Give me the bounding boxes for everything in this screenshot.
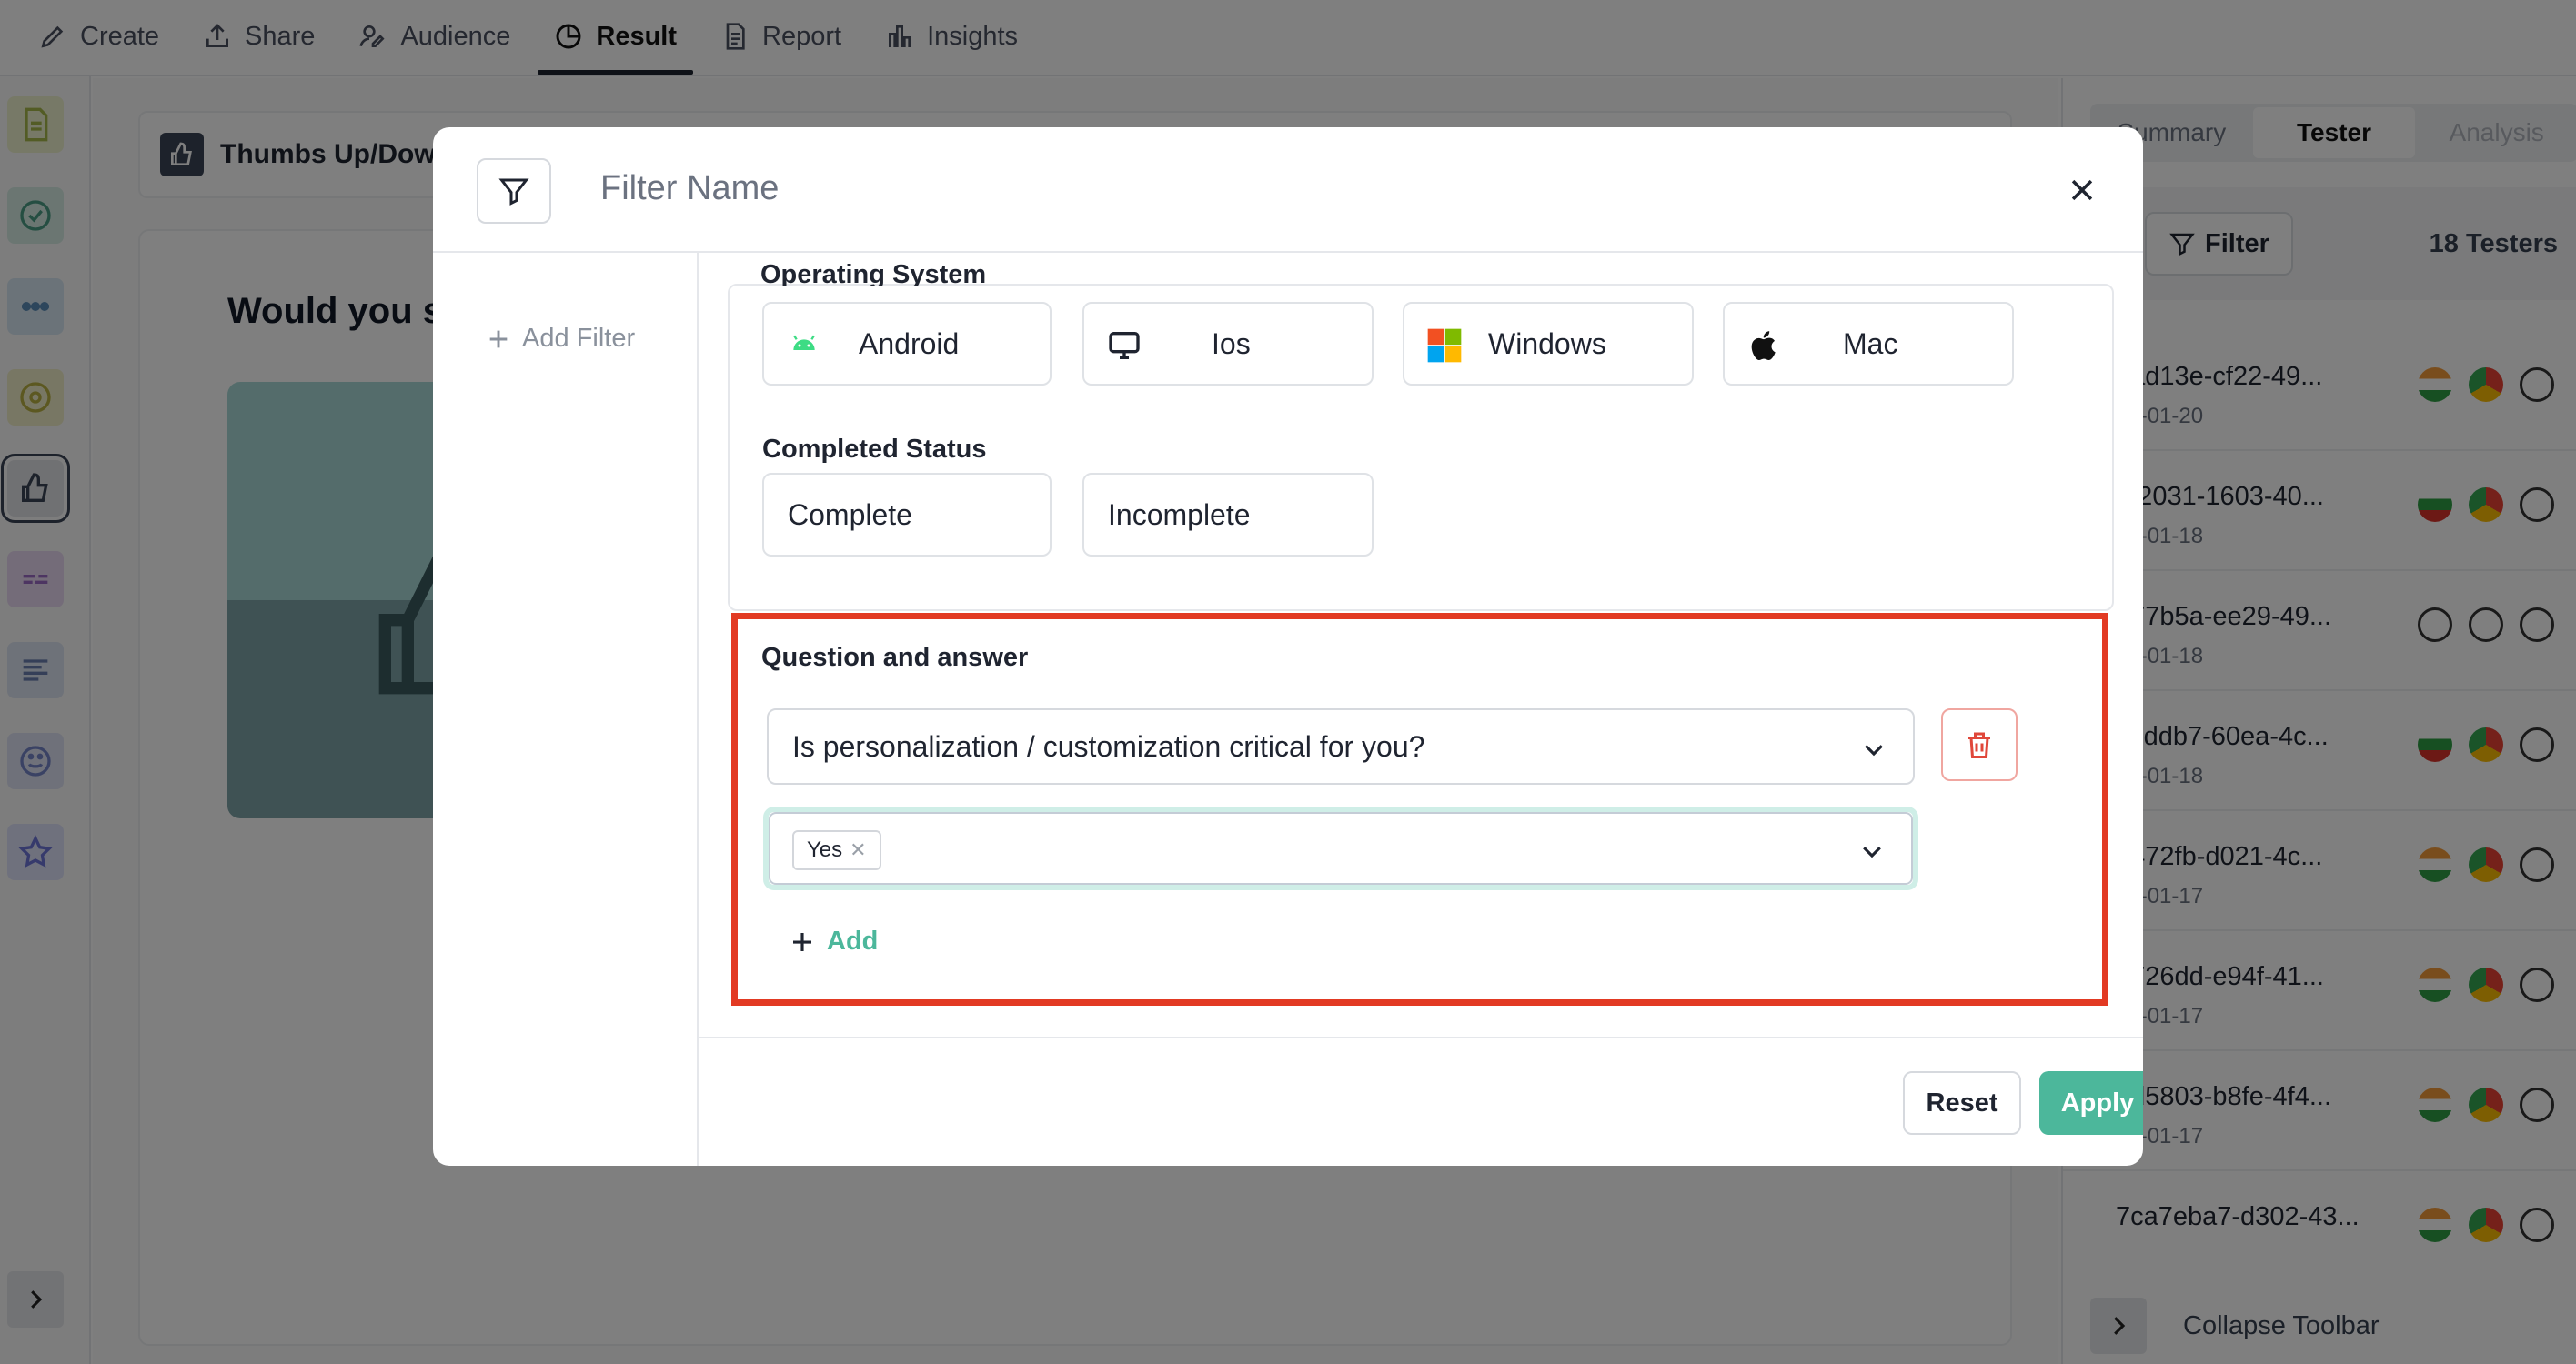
answer-select[interactable]: Yes ✕ <box>763 807 1918 890</box>
add-filter-button[interactable]: Add Filter <box>486 324 635 354</box>
modal-footer: Reset Apply <box>699 1037 2143 1166</box>
os-option-windows-label: Windows <box>1488 326 1606 360</box>
completed-section-label: Completed Status <box>762 435 987 464</box>
plus-icon <box>793 932 811 951</box>
completed-option-complete[interactable]: Complete <box>762 473 1052 557</box>
os-option-windows[interactable]: Windows <box>1403 302 1694 386</box>
question-answer-filter: Question and answer Is personalization /… <box>731 613 2108 1006</box>
windows-icon <box>1426 327 1463 364</box>
scroll-clip: Operating System <box>728 253 2114 286</box>
reset-button[interactable]: Reset <box>1903 1071 2021 1135</box>
os-option-ios-label: Ios <box>1212 326 1251 360</box>
monitor-icon <box>1106 327 1142 364</box>
os-option-ios[interactable]: Ios <box>1082 302 1374 386</box>
os-option-android-label: Android <box>859 326 960 360</box>
apple-icon <box>1746 327 1783 364</box>
trash-icon <box>1968 732 1990 758</box>
android-icon <box>786 327 822 364</box>
completed-option-incomplete[interactable]: Incomplete <box>1082 473 1374 557</box>
apply-button[interactable]: Apply <box>2039 1071 2143 1135</box>
os-option-mac[interactable]: Mac <box>1723 302 2014 386</box>
os-option-mac-label: Mac <box>1843 326 1898 360</box>
delete-question-filter-button[interactable] <box>1941 708 2018 781</box>
add-answer-button[interactable]: Add <box>789 927 878 957</box>
answer-tag-label: Yes <box>807 837 843 862</box>
add-answer-label: Add <box>827 927 879 956</box>
question-select[interactable]: Is personalization / customization criti… <box>767 708 1915 785</box>
answer-tag-yes[interactable]: Yes ✕ <box>792 830 881 870</box>
qa-section-label: Question and answer <box>761 643 1029 672</box>
filter-sidebar: Add Filter <box>433 253 699 1166</box>
filter-name-input[interactable]: Filter Name <box>600 169 779 208</box>
remove-tag-icon[interactable]: ✕ <box>850 838 866 862</box>
filter-icon <box>477 158 551 224</box>
question-select-value: Is personalization / customization criti… <box>792 729 1425 763</box>
chevron-down-icon <box>1863 847 1881 858</box>
answer-select-inner: Yes ✕ <box>769 812 1913 885</box>
os-section-label: Operating System <box>760 260 987 286</box>
chevron-down-icon <box>1865 745 1883 757</box>
os-option-android[interactable]: Android <box>762 302 1052 386</box>
completed-option-incomplete-label: Incomplete <box>1108 497 1251 531</box>
close-icon[interactable] <box>2061 169 2103 211</box>
modal-header: Filter Name <box>433 127 2143 253</box>
add-filter-label: Add Filter <box>522 324 636 353</box>
plus-icon <box>489 330 508 347</box>
completed-option-complete-label: Complete <box>788 497 912 531</box>
